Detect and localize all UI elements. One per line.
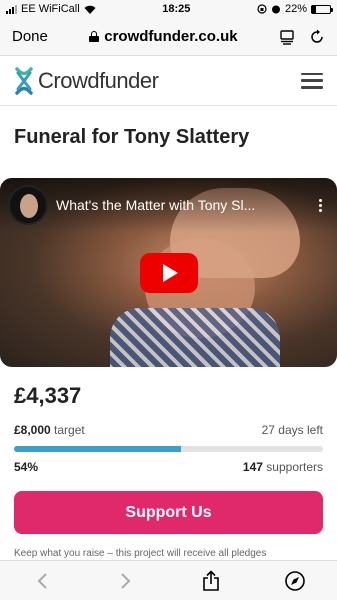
funding-stats: £4,337 £8,000 target 27 days left 54% 14…: [14, 383, 323, 474]
percent-funded: 54%: [14, 460, 39, 474]
clock: 18:25: [162, 3, 191, 15]
alarm-icon: [271, 5, 280, 14]
rotation-lock-icon: [257, 4, 267, 14]
target-label: target: [54, 423, 85, 437]
url-bar[interactable]: crowdfunder.co.uk: [89, 28, 238, 45]
status-right: 22%: [257, 3, 333, 15]
supporters-label: supporters: [266, 460, 323, 474]
video-header: What's the Matter with Tony Sl...: [0, 178, 337, 232]
days-left: 27 days left: [261, 423, 323, 437]
battery-percent: 22%: [284, 3, 307, 15]
browser-actions: [279, 29, 325, 45]
url-text: crowdfunder.co.uk: [104, 28, 238, 45]
browser-toolbar: [0, 560, 337, 600]
target-row: £8,000 target 27 days left: [14, 423, 323, 437]
wifi-icon: [84, 5, 96, 14]
progress-bar: [14, 446, 323, 452]
play-icon[interactable]: [140, 253, 198, 293]
percent-row: 54% 147 supporters: [14, 460, 323, 474]
channel-avatar[interactable]: [8, 185, 48, 225]
video-player[interactable]: What's the Matter with Tony Sl...: [0, 178, 337, 367]
back-icon[interactable]: [31, 570, 53, 592]
compass-icon[interactable]: [284, 570, 306, 592]
amount-raised: £4,337: [14, 383, 82, 408]
support-us-button[interactable]: Support Us: [14, 491, 323, 534]
site-header: Crowdfunder: [0, 56, 337, 106]
reader-icon[interactable]: [279, 29, 295, 45]
menu-icon[interactable]: [301, 72, 323, 89]
more-options-icon[interactable]: [319, 198, 323, 212]
pledge-note: Keep what you raise – this project will …: [14, 548, 267, 559]
logo-text: Crowdfunder: [38, 67, 159, 93]
page-title: Funeral for Tony Slattery: [14, 126, 250, 148]
status-bar: EE WiFiCall 18:25 22%: [0, 0, 337, 18]
carrier-label: EE WiFiCall: [21, 3, 80, 15]
battery-icon: [311, 4, 333, 14]
forward-icon[interactable]: [115, 570, 137, 592]
supporters: 147 supporters: [243, 460, 323, 474]
crowdfunder-logo[interactable]: Crowdfunder: [14, 66, 159, 95]
share-icon[interactable]: [200, 569, 222, 592]
crowdfunder-logo-icon: [15, 66, 33, 95]
target: £8,000 target: [14, 423, 85, 437]
supporters-count: 147: [242, 460, 263, 474]
progress-fill: [14, 446, 181, 452]
reload-icon[interactable]: [309, 29, 325, 45]
status-left: EE WiFiCall: [6, 3, 96, 15]
done-button[interactable]: Done: [12, 28, 48, 45]
target-amount: £8,000: [14, 423, 51, 437]
browser-bar: Done crowdfunder.co.uk: [0, 18, 337, 56]
lock-icon: [89, 31, 100, 42]
video-title[interactable]: What's the Matter with Tony Sl...: [56, 197, 311, 213]
signal-icon: [6, 4, 17, 14]
